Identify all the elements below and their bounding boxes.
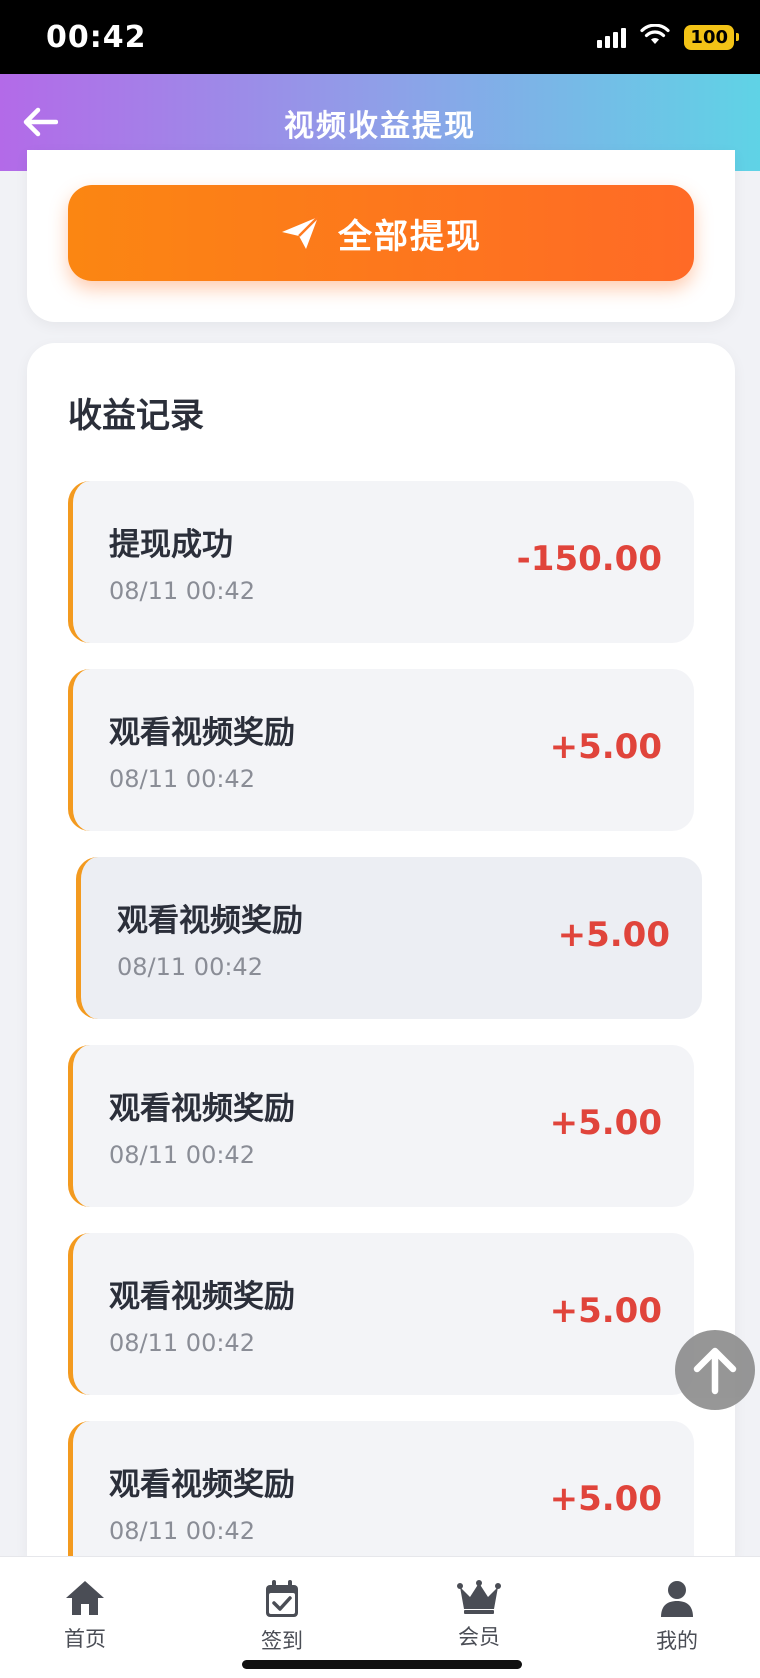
wifi-icon <box>640 23 671 50</box>
home-indicator <box>242 1660 522 1669</box>
record-title: 观看视频奖励 <box>109 1091 295 1127</box>
record-item[interactable]: 观看视频奖励 08/11 00:42 +5.00 <box>76 857 702 1019</box>
nav-item-checkin[interactable]: 签到 <box>222 1557 342 1667</box>
nav-label: 签到 <box>261 1629 303 1653</box>
record-amount: +5.00 <box>549 1479 662 1519</box>
record-item[interactable]: 观看视频奖励 08/11 00:42 +5.00 <box>68 1045 694 1207</box>
record-title: 观看视频奖励 <box>109 715 295 751</box>
withdraw-all-label: 全部提现 <box>338 216 482 257</box>
record-time: 08/11 00:42 <box>109 1517 255 1545</box>
nav-item-home[interactable]: 首页 <box>25 1557 145 1667</box>
status-bar: 00:42 100 <box>0 0 760 74</box>
status-icons: 100 <box>597 23 739 50</box>
cellular-signal-icon <box>597 26 627 48</box>
record-item[interactable]: 提现成功 08/11 00:42 -150.00 <box>68 481 694 643</box>
nav-item-member[interactable]: 会员 <box>419 1557 539 1667</box>
nav-item-profile[interactable]: 我的 <box>617 1557 737 1667</box>
record-title: 观看视频奖励 <box>109 1467 295 1503</box>
record-time: 08/11 00:42 <box>117 953 263 981</box>
record-title: 提现成功 <box>109 527 233 563</box>
record-amount: -150.00 <box>516 539 662 579</box>
scroll-to-top-button[interactable] <box>675 1330 755 1410</box>
record-time: 08/11 00:42 <box>109 577 255 605</box>
record-item[interactable]: 观看视频奖励 08/11 00:42 +5.00 <box>68 669 694 831</box>
record-amount: +5.00 <box>549 727 662 767</box>
record-title: 观看视频奖励 <box>109 1279 295 1315</box>
battery-indicator: 100 <box>684 24 739 50</box>
record-amount: +5.00 <box>549 1103 662 1143</box>
user-icon <box>661 1581 693 1617</box>
nav-label: 会员 <box>458 1625 500 1649</box>
record-item[interactable]: 观看视频奖励 08/11 00:42 +5.00 <box>68 1421 694 1556</box>
record-time: 08/11 00:42 <box>109 1329 255 1357</box>
home-icon <box>66 1581 104 1615</box>
arrow-up-icon <box>693 1347 737 1395</box>
withdraw-all-button[interactable]: 全部提现 <box>68 185 694 281</box>
record-item[interactable]: 观看视频奖励 08/11 00:42 +5.00 <box>68 1233 694 1395</box>
page-title: 视频收益提现 <box>284 108 476 144</box>
record-amount: +5.00 <box>549 1291 662 1331</box>
record-time: 08/11 00:42 <box>109 765 255 793</box>
record-amount: +5.00 <box>557 915 670 955</box>
paper-plane-icon <box>282 216 319 249</box>
record-time: 08/11 00:42 <box>109 1141 255 1169</box>
nav-label: 首页 <box>64 1627 106 1651</box>
nav-label: 我的 <box>656 1629 698 1653</box>
arrow-left-icon <box>23 107 58 137</box>
records-title: 收益记录 <box>68 396 204 436</box>
calendar-check-icon <box>266 1580 298 1617</box>
record-title: 观看视频奖励 <box>117 903 303 939</box>
back-button[interactable] <box>16 98 64 146</box>
crown-icon <box>457 1580 501 1614</box>
status-time: 00:42 <box>46 19 147 55</box>
